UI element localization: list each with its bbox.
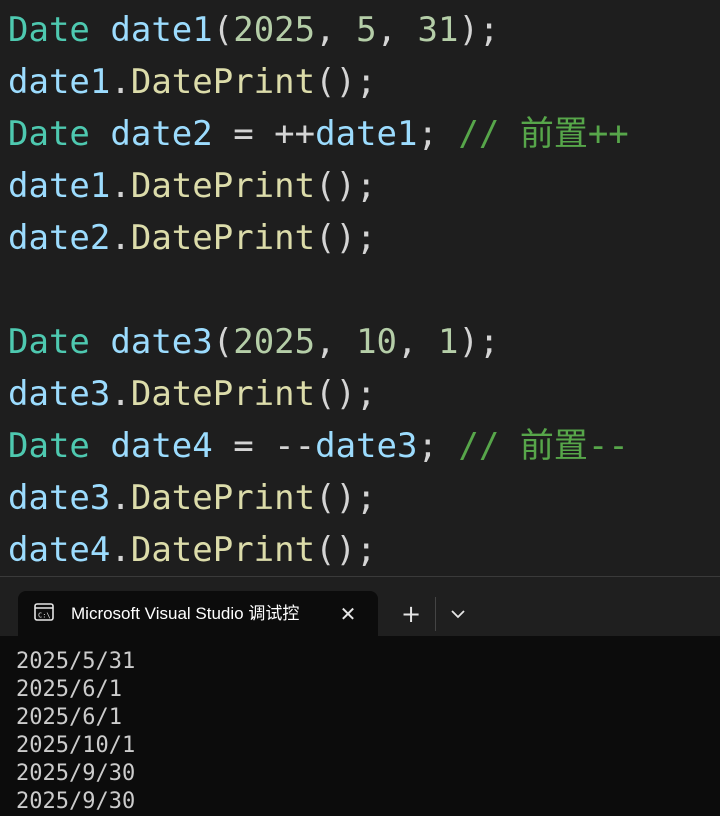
code-token-type: Date — [8, 322, 90, 362]
code-token-punct: ); — [458, 10, 500, 50]
code-token-punct: (); — [315, 62, 377, 102]
code-line: Date date1(2025, 5, 31); — [8, 4, 499, 56]
code-line: date1.DatePrint(); — [8, 160, 377, 212]
code-token-num: 5 — [356, 10, 377, 50]
code-token-var: date1 — [8, 62, 111, 102]
code-token-punct — [90, 10, 110, 50]
code-token-punct: ( — [212, 322, 234, 362]
code-token-punct — [90, 322, 110, 362]
code-token-punct: ; — [417, 114, 459, 154]
code-line: date4.DatePrint(); — [8, 524, 377, 576]
code-token-type: Date — [8, 426, 90, 466]
code-token-punct: , — [315, 10, 357, 50]
code-line: Date date3(2025, 10, 1); — [8, 316, 499, 368]
terminal-tab-bar: C:\ Microsoft Visual Studio 调试控 ✕ + — [0, 576, 720, 637]
terminal-tab-title: Microsoft Visual Studio 调试控 — [71, 604, 300, 623]
code-line: Date date4 = --date3; // 前置-- — [8, 420, 629, 472]
code-token-punct: = ++ — [212, 114, 316, 154]
debug-console-window: C:\ Microsoft Visual Studio 调试控 ✕ + 2025… — [0, 576, 720, 816]
code-token-punct: . — [110, 374, 131, 414]
code-token-punct: . — [110, 166, 131, 206]
code-token-num: 2025 — [233, 10, 316, 50]
code-token-num: 10 — [356, 322, 398, 362]
code-token-punct: (); — [315, 166, 377, 206]
console-output-line: 2025/9/30 — [16, 789, 136, 814]
code-token-var: date1 — [315, 114, 418, 154]
code-token-var: date3 — [8, 478, 111, 518]
code-token-num: 1 — [437, 322, 459, 362]
terminal-tab[interactable]: C:\ Microsoft Visual Studio 调试控 ✕ — [18, 591, 378, 637]
code-token-var: date4 — [8, 530, 111, 570]
code-token-fn: DatePrint — [130, 166, 316, 206]
console-output-line: 2025/5/31 — [16, 649, 136, 674]
console-app-icon: C:\ — [34, 603, 54, 621]
code-token-var: date3 — [315, 426, 418, 466]
console-output-line: 2025/9/30 — [16, 761, 136, 786]
close-icon[interactable]: ✕ — [334, 600, 362, 628]
code-token-fn: DatePrint — [130, 478, 316, 518]
code-token-punct: = -- — [212, 426, 316, 466]
code-token-punct: . — [110, 478, 131, 518]
code-token-punct: (); — [315, 218, 377, 258]
chevron-down-icon[interactable] — [446, 599, 470, 629]
code-token-type: Date — [8, 114, 90, 154]
code-token-punct: ; — [417, 426, 459, 466]
code-token-punct: (); — [315, 374, 377, 414]
code-token-var: date1 — [110, 10, 213, 50]
code-token-punct — [90, 426, 110, 466]
code-token-punct: ); — [458, 322, 500, 362]
code-token-comment: // 前置++ — [458, 114, 629, 154]
code-token-num: 2025 — [233, 322, 316, 362]
code-line: date3.DatePrint(); — [8, 368, 377, 420]
code-token-punct — [90, 114, 110, 154]
console-output-line: 2025/6/1 — [16, 705, 122, 730]
console-output-line: 2025/10/1 — [16, 733, 136, 758]
plus-icon[interactable]: + — [398, 599, 424, 629]
code-token-punct: , — [397, 322, 438, 362]
code-token-punct: (); — [315, 530, 377, 570]
code-token-var: date3 — [110, 322, 213, 362]
code-editor[interactable]: Date date1(2025, 5, 31); date1.DatePrint(… — [0, 0, 720, 576]
tab-divider — [435, 597, 436, 631]
code-token-punct: (); — [315, 478, 377, 518]
code-token-punct: , — [315, 322, 357, 362]
code-token-fn: DatePrint — [130, 374, 316, 414]
code-token-fn: DatePrint — [130, 530, 316, 570]
code-line: date2.DatePrint(); — [8, 212, 377, 264]
code-token-punct: , — [376, 10, 418, 50]
svg-text:C:\: C:\ — [38, 612, 51, 620]
code-token-punct: . — [110, 530, 131, 570]
code-token-fn: DatePrint — [130, 62, 316, 102]
code-line: Date date2 = ++date1; // 前置++ — [8, 108, 629, 160]
code-line: date3.DatePrint(); — [8, 472, 377, 524]
code-token-fn: DatePrint — [130, 218, 316, 258]
code-token-var: date2 — [8, 218, 111, 258]
console-output: 2025/5/31 2025/6/1 2025/6/1 2025/10/1 20… — [16, 648, 706, 816]
code-token-comment: // 前置-- — [458, 426, 629, 466]
code-token-punct: . — [110, 218, 131, 258]
code-token-punct: ( — [212, 10, 234, 50]
code-token-var: date3 — [8, 374, 111, 414]
code-token-var: date1 — [8, 166, 111, 206]
code-token-num: 31 — [417, 10, 459, 50]
code-token-type: Date — [8, 10, 90, 50]
code-line: date1.DatePrint(); — [8, 56, 377, 108]
code-token-punct: . — [110, 62, 131, 102]
code-token-var: date2 — [110, 114, 213, 154]
console-output-line: 2025/6/1 — [16, 677, 122, 702]
code-token-var: date4 — [110, 426, 213, 466]
